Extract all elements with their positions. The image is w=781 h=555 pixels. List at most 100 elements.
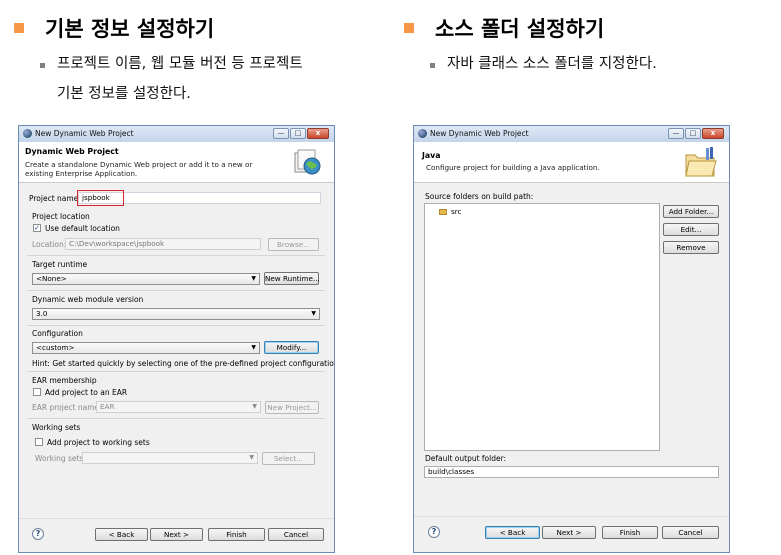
minimize-button[interactable]: —	[668, 128, 684, 139]
web-project-globe-icon	[294, 148, 322, 176]
divider	[27, 290, 325, 291]
remove-button[interactable]: Remove	[663, 241, 719, 254]
source-folders-label: Source folders on build path:	[425, 192, 534, 201]
target-runtime-value: <None>	[36, 274, 67, 283]
help-icon[interactable]: ?	[428, 526, 440, 538]
cancel-button[interactable]: Cancel	[662, 526, 719, 539]
left-bullet: 프로젝트 이름, 웹 모듈 버전 등 프로젝트 기본 정보를 설정한다.	[40, 55, 370, 109]
eclipse-app-icon	[23, 129, 32, 138]
divider	[27, 418, 325, 419]
default-output-folder-input[interactable]: build\classes	[424, 466, 719, 478]
default-output-folder-label: Default output folder:	[425, 454, 507, 463]
eclipse-app-icon	[418, 129, 427, 138]
list-item[interactable]: src	[439, 207, 462, 216]
source-folder-name: src	[451, 207, 462, 216]
chevron-down-icon: ▼	[249, 454, 254, 461]
wizard-page-description: Configure project for building a Java ap…	[426, 163, 600, 172]
modify-button[interactable]: Modify...	[264, 341, 319, 354]
left-heading-text: 기본 정보 설정하기	[45, 17, 215, 41]
open-folder-icon	[684, 146, 718, 178]
add-to-ear-checkbox[interactable]	[33, 388, 41, 396]
wizard-page-description: Create a standalone Dynamic Web project …	[25, 160, 253, 178]
divider	[27, 325, 325, 326]
use-default-location-checkbox[interactable]: ✓	[33, 224, 41, 232]
edit-button[interactable]: Edit...	[663, 223, 719, 236]
working-sets-label: Working sets	[32, 423, 81, 432]
new-runtime-button[interactable]: New Runtime...	[264, 272, 320, 285]
ear-membership-label: EAR membership	[32, 376, 97, 385]
project-location-group-label: Project location	[32, 212, 90, 221]
configuration-value: <custom>	[36, 343, 75, 352]
right-bullet: 자바 클래스 소스 폴더를 지정한다.	[430, 55, 760, 79]
select-button[interactable]: Select...	[262, 452, 315, 465]
maximize-button[interactable]: □	[685, 128, 701, 139]
wizard-page-title: Java	[422, 151, 441, 160]
divider	[27, 371, 325, 372]
project-name-highlight-box	[77, 190, 124, 206]
close-button[interactable]: x	[307, 128, 329, 139]
gray-square-bullet	[40, 63, 45, 68]
left-bullet-line1: 프로젝트 이름, 웹 모듈 버전 등 프로젝트	[57, 56, 303, 72]
ear-project-value: EAR	[100, 402, 115, 411]
browse-button[interactable]: Browse...	[268, 238, 319, 251]
close-button[interactable]: x	[702, 128, 724, 139]
orange-square-bullet	[14, 23, 24, 33]
right-heading-text: 소스 폴더 설정하기	[435, 17, 605, 41]
cancel-button[interactable]: Cancel	[268, 528, 324, 541]
title-bar: New Dynamic Web Project — □ x	[19, 126, 334, 143]
chevron-down-icon: ▼	[311, 310, 316, 317]
orange-square-bullet	[404, 23, 414, 33]
finish-button[interactable]: Finish	[602, 526, 658, 539]
ear-project-name-label: EAR project name:	[32, 403, 102, 412]
right-bullet-line1: 자바 클래스 소스 폴더를 지정한다.	[447, 56, 657, 72]
window-title: New Dynamic Web Project	[35, 129, 134, 138]
target-runtime-label: Target runtime	[32, 260, 88, 269]
window-title: New Dynamic Web Project	[430, 129, 529, 138]
add-to-ear-label: Add project to an EAR	[45, 388, 128, 397]
back-button[interactable]: < Back	[95, 528, 148, 541]
module-version-select[interactable]: 3.0 ▼	[32, 308, 320, 320]
new-dynamic-web-project-dialog: New Dynamic Web Project — □ x Dynamic We…	[18, 125, 335, 553]
source-folders-list[interactable]: src	[424, 203, 660, 451]
module-version-label: Dynamic web module version	[32, 295, 144, 304]
right-section-heading: 소스 폴더 설정하기	[404, 13, 604, 43]
chevron-down-icon: ▼	[251, 344, 256, 351]
next-button[interactable]: Next >	[542, 526, 596, 539]
add-to-working-sets-label: Add project to working sets	[47, 438, 150, 447]
divider	[27, 255, 325, 256]
wizard-page-title: Dynamic Web Project	[25, 147, 119, 156]
ear-project-select[interactable]: EAR ▼	[96, 401, 261, 413]
location-label: Location:	[32, 240, 67, 249]
maximize-button[interactable]: □	[290, 128, 306, 139]
left-section-heading: 기본 정보 설정하기	[14, 13, 214, 43]
wizard-header: Dynamic Web Project Create a standalone …	[19, 142, 334, 183]
working-sets-field-label: Working sets:	[35, 454, 86, 463]
location-input[interactable]: C:\Dev\workspace\jspbook	[65, 238, 261, 250]
configuration-label: Configuration	[32, 329, 83, 338]
new-project-button[interactable]: New Project...	[265, 401, 319, 414]
add-to-working-sets-checkbox[interactable]	[35, 438, 43, 446]
configuration-select[interactable]: <custom> ▼	[32, 342, 260, 354]
left-bullet-line2: 기본 정보를 설정한다.	[57, 86, 191, 102]
finish-button[interactable]: Finish	[208, 528, 265, 541]
configuration-hint: Hint: Get started quickly by selecting o…	[32, 359, 335, 368]
title-bar: New Dynamic Web Project — □ x	[414, 126, 729, 143]
add-folder-button[interactable]: Add Folder...	[663, 205, 719, 218]
target-runtime-select[interactable]: <None> ▼	[32, 273, 260, 285]
gray-square-bullet	[430, 63, 435, 68]
back-button[interactable]: < Back	[485, 526, 540, 539]
chevron-down-icon: ▼	[252, 403, 257, 410]
new-dynamic-web-project-java-dialog: New Dynamic Web Project — □ x Java Confi…	[413, 125, 730, 553]
wizard-header: Java Configure project for building a Ja…	[414, 142, 729, 183]
help-icon[interactable]: ?	[32, 528, 44, 540]
package-folder-icon	[439, 208, 447, 215]
minimize-button[interactable]: —	[273, 128, 289, 139]
use-default-location-label: Use default location	[45, 224, 120, 233]
chevron-down-icon: ▼	[251, 275, 256, 282]
footer-divider	[19, 518, 334, 519]
project-name-label: Project name:	[29, 194, 81, 203]
module-version-value: 3.0	[36, 309, 48, 318]
next-button[interactable]: Next >	[150, 528, 203, 541]
footer-divider	[414, 516, 729, 517]
working-sets-select[interactable]: ▼	[82, 452, 258, 464]
